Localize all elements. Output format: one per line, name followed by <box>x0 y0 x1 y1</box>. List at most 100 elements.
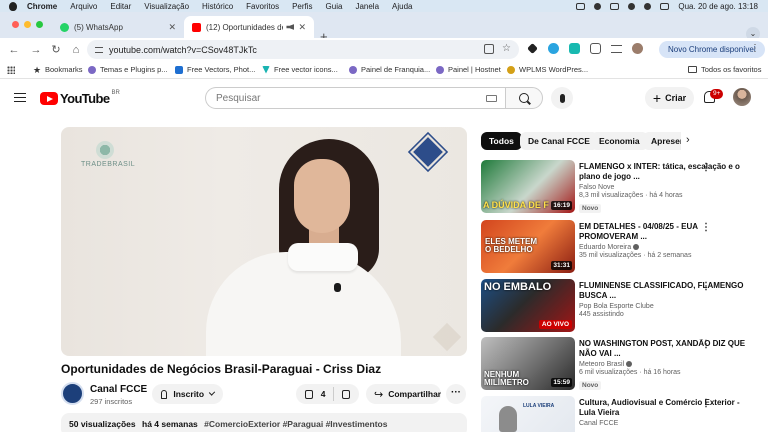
address-bar[interactable]: youtube.com/watch?v=CSov48TJkTc ☆ <box>87 40 519 59</box>
menu-hamburger-icon[interactable] <box>14 93 26 102</box>
reading-list-icon[interactable] <box>611 44 622 53</box>
menu-editar[interactable]: Editar <box>110 2 131 11</box>
site-info-icon[interactable] <box>95 46 103 53</box>
youtube-logo[interactable]: YouTube BR <box>40 90 120 106</box>
bookmark-item[interactable]: Temas e Plugins p... <box>88 65 168 74</box>
home-icon[interactable]: ⌂ <box>68 42 84 58</box>
menu-ajuda[interactable]: Ajuda <box>392 2 412 11</box>
share-button[interactable]: ↪ Compartilhar <box>366 384 441 404</box>
recommendation-item[interactable]: NO EMBALO AO VIVO FLUMINENSE CLASSIFICAD… <box>481 279 761 333</box>
apple-icon[interactable] <box>9 1 17 11</box>
rec-title[interactable]: FLAMENGO x INTER: tática, escalação e o … <box>579 162 751 182</box>
pen-extension-icon[interactable] <box>527 43 538 54</box>
url-text[interactable]: youtube.com/watch?v=CSov48TJkTc <box>109 45 257 55</box>
rec-channel[interactable]: Canal FCCE <box>579 420 751 427</box>
hashtags[interactable]: #ComercioExterior #Paraguai #Investiment… <box>204 419 387 429</box>
video-thumbnail[interactable]: ELES METEM O BEDELHO 31:31 <box>481 220 575 273</box>
chip-canal-fcce[interactable]: De Canal FCCE <box>520 132 598 150</box>
extension-blue-icon[interactable] <box>548 43 559 54</box>
chrome-menu-icon[interactable]: ⋮ <box>750 43 760 54</box>
rec-channel[interactable]: Eduardo Moreira <box>579 244 631 251</box>
minimize-window-button[interactable] <box>24 21 31 28</box>
search-button[interactable] <box>505 87 543 109</box>
keyboard-icon[interactable] <box>486 95 497 102</box>
update-chrome-button[interactable]: Novo Chrome disponível <box>659 41 765 58</box>
zoom-window-button[interactable] <box>36 21 43 28</box>
all-bookmarks-folder[interactable]: Todos os favoritos <box>688 65 761 74</box>
create-button[interactable]: + Criar <box>645 87 694 109</box>
more-options-icon[interactable]: ⋮ <box>701 398 711 409</box>
more-options-icon[interactable]: ⋮ <box>701 339 711 350</box>
description-box[interactable]: 50 visualizações há 4 semanas #ComercioE… <box>61 413 467 432</box>
bookmark-item[interactable]: Free Vectors, Phot... <box>175 65 255 74</box>
like-icon[interactable] <box>305 389 313 399</box>
screen-icon[interactable] <box>576 2 586 10</box>
video-thumbnail[interactable]: NENHUM MILÍMETRO 15:59 <box>481 337 575 390</box>
recommendation-item[interactable]: LULA VIEIRA Cultura, Audiovisual e Comér… <box>481 396 761 432</box>
search-spotlight-icon[interactable] <box>644 2 652 10</box>
search-input[interactable]: Pesquisar <box>205 87 505 109</box>
control-center-icon[interactable] <box>660 2 670 10</box>
rec-title[interactable]: EM DETALHES - 04/08/25 - EUA PROMOVERAM … <box>579 222 751 242</box>
install-app-icon[interactable] <box>484 44 495 54</box>
bookmark-item[interactable]: Free vector icons... <box>262 65 338 74</box>
close-tab-icon[interactable]: ✕ <box>298 22 306 33</box>
wifi-icon[interactable] <box>628 2 636 10</box>
tab-whatsapp[interactable]: (5) WhatsApp ✕ <box>52 16 184 38</box>
like-count[interactable]: 4 <box>321 389 326 399</box>
extension-teal-icon[interactable] <box>569 43 580 54</box>
rec-title[interactable]: NO WASHINGTON POST, XANDÃO DIZ QUE NÃO V… <box>579 339 751 359</box>
menubar-clock[interactable]: Qua. 20 de ago. 13:18 <box>678 2 758 11</box>
apps-grid-icon[interactable] <box>7 66 15 74</box>
chip-economia[interactable]: Economia <box>591 132 648 150</box>
rec-channel[interactable]: Pop Bola Esporte Clube <box>579 303 751 310</box>
video-thumbnail[interactable]: A DÚVIDA DE F 16:19 <box>481 160 575 213</box>
profile-avatar[interactable] <box>632 43 643 54</box>
rec-channel[interactable]: Meteoro Brasil <box>579 361 624 368</box>
menu-visualizacao[interactable]: Visualização <box>144 2 189 11</box>
channel-name[interactable]: Canal FCCE <box>90 384 147 395</box>
extensions-puzzle-icon[interactable] <box>590 43 601 54</box>
account-avatar[interactable] <box>733 88 751 106</box>
reload-icon[interactable]: ↻ <box>48 42 64 58</box>
menu-guia[interactable]: Guia <box>326 2 343 11</box>
subscribed-button[interactable]: Inscrito <box>152 384 223 404</box>
recommendation-item[interactable]: NENHUM MILÍMETRO 15:59 NO WASHINGTON POS… <box>481 337 761 391</box>
bookmark-star-icon[interactable]: ☆ <box>502 44 511 54</box>
video-player[interactable]: TRADEBRASIL <box>61 127 467 356</box>
rec-channel-row[interactable]: Eduardo Moreira <box>579 244 751 251</box>
menu-historico[interactable]: Histórico <box>202 2 233 11</box>
back-icon[interactable]: ← <box>6 42 22 58</box>
bookmark-item[interactable]: Painel | Hostnet <box>436 65 501 74</box>
battery-icon[interactable] <box>610 2 620 10</box>
rec-channel[interactable]: Falso Nove <box>579 184 751 191</box>
close-tab-icon[interactable]: ✕ <box>168 22 176 33</box>
recommendation-item[interactable]: ELES METEM O BEDELHO 31:31 EM DETALHES -… <box>481 220 761 274</box>
more-options-icon[interactable]: ⋮ <box>701 281 711 292</box>
menu-arquivo[interactable]: Arquivo <box>70 2 97 11</box>
chevron-right-icon[interactable]: › <box>686 134 690 146</box>
voice-search-button[interactable] <box>551 87 573 109</box>
play-icon[interactable] <box>594 2 602 10</box>
more-options-icon[interactable]: ⋮ <box>701 222 711 233</box>
recommendation-item[interactable]: A DÚVIDA DE F 16:19 FLAMENGO x INTER: tá… <box>481 160 761 214</box>
menu-chrome[interactable]: Chrome <box>27 2 57 11</box>
forward-icon[interactable]: → <box>28 42 44 58</box>
video-thumbnail[interactable]: LULA VIEIRA <box>481 396 575 432</box>
chip-todos[interactable]: Todos <box>481 132 522 150</box>
chip-apresentacoes[interactable]: Apresen <box>643 132 681 150</box>
video-thumbnail[interactable]: NO EMBALO AO VIVO <box>481 279 575 332</box>
menu-perfis[interactable]: Perfis <box>292 2 312 11</box>
bookmark-item[interactable]: Painel de Franquia... <box>349 65 430 74</box>
rec-title[interactable]: FLUMINENSE CLASSIFICADO, FLAMENGO BUSCA … <box>579 281 751 301</box>
bookmark-item[interactable]: ★ Bookmarks <box>33 65 83 74</box>
rec-title[interactable]: Cultura, Audiovisual e Comércio Exterior… <box>579 398 751 418</box>
rec-channel-row[interactable]: Meteoro Brasil <box>579 361 751 368</box>
speaker-icon[interactable] <box>286 24 295 30</box>
menu-janela[interactable]: Janela <box>355 2 379 11</box>
close-window-button[interactable] <box>12 21 19 28</box>
tab-youtube[interactable]: (12) Oportunidades de Ne ✕ <box>184 16 314 38</box>
menu-favoritos[interactable]: Favoritos <box>246 2 279 11</box>
more-actions-button[interactable]: ··· <box>446 384 466 404</box>
dislike-icon[interactable] <box>342 389 350 399</box>
